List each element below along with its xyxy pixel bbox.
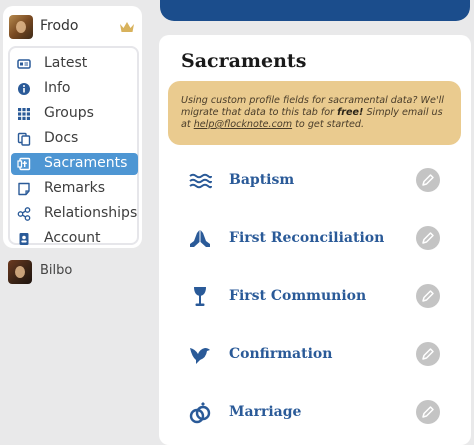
other-user-name[interactable]: Bilbo (40, 263, 72, 278)
user-card: Frodo Latest Info Groups Docs Sacraments… (3, 6, 142, 248)
sacrament-label-marriage[interactable]: Marriage (229, 404, 301, 420)
chalice-icon (194, 287, 206, 306)
water-waves-icon (189, 173, 212, 189)
menu-item-info[interactable]: Info (11, 78, 138, 100)
menu-item-remarks[interactable]: Remarks (11, 178, 138, 200)
sidebar: Frodo Latest Info Groups Docs Sacraments… (0, 0, 148, 435)
menu-item-docs[interactable]: Docs (11, 128, 138, 150)
edit-first-reconciliation-button[interactable] (416, 226, 440, 250)
edit-first-communion-button[interactable] (416, 284, 440, 308)
note-icon (18, 182, 30, 196)
sacrament-row-marriage[interactable]: Marriage (179, 393, 459, 433)
current-user-header[interactable]: Frodo (3, 6, 142, 44)
menu-label-info: Info (44, 80, 71, 96)
menu-item-relationships[interactable]: Relationships (11, 203, 138, 225)
info-icon (18, 83, 30, 95)
id-card-icon (17, 59, 31, 69)
crown-icon (120, 22, 134, 32)
account-badge-icon (19, 233, 29, 245)
sacraments-icon (17, 157, 31, 171)
notice-bold-free: free! (337, 107, 364, 118)
bilbo-avatar[interactable] (8, 260, 32, 284)
pencil-icon (422, 174, 434, 186)
pencil-icon (422, 290, 434, 302)
sacrament-row-confirmation[interactable]: Confirmation (179, 335, 459, 375)
groups-grid-icon (18, 108, 30, 120)
menu-item-groups[interactable]: Groups (11, 103, 138, 125)
migration-notice: Using custom profile fields for sacramen… (168, 81, 461, 145)
edit-marriage-button[interactable] (416, 400, 440, 424)
menu-label-relationships: Relationships (44, 205, 138, 221)
sacraments-panel: Sacraments Using custom profile fields f… (159, 35, 471, 445)
dove-icon (190, 348, 210, 364)
share-nodes-icon (17, 207, 31, 221)
menu-label-account: Account (44, 230, 101, 246)
support-email-link[interactable]: help@flocknote.com (194, 119, 292, 130)
sacrament-row-first-communion[interactable]: First Communion (179, 277, 459, 317)
page-title: Sacraments (181, 50, 307, 72)
pencil-icon (422, 348, 434, 360)
menu-label-latest: Latest (44, 55, 88, 71)
sacrament-label-first-communion[interactable]: First Communion (229, 288, 366, 304)
sacrament-label-confirmation[interactable]: Confirmation (229, 346, 332, 362)
edit-confirmation-button[interactable] (416, 342, 440, 366)
sacrament-label-baptism[interactable]: Baptism (229, 172, 294, 188)
docs-copy-icon (17, 132, 31, 146)
menu-item-account[interactable]: Account (11, 228, 138, 250)
profile-menu: Latest Info Groups Docs Sacraments Remar… (8, 46, 139, 246)
menu-label-remarks: Remarks (44, 180, 106, 196)
current-user-name[interactable]: Frodo (40, 18, 79, 34)
praying-hands-icon (190, 230, 210, 247)
menu-item-latest[interactable]: Latest (11, 53, 138, 75)
sacrament-row-baptism[interactable]: Baptism (179, 161, 459, 201)
menu-label-groups: Groups (44, 105, 94, 121)
pencil-icon (422, 406, 434, 418)
edit-baptism-button[interactable] (416, 168, 440, 192)
rings-icon (189, 402, 211, 424)
other-user-bilbo[interactable]: Bilbo (0, 258, 148, 286)
notice-text: Using custom profile fields for sacramen… (181, 95, 453, 131)
frodo-avatar[interactable] (9, 15, 33, 39)
sacrament-label-first-reconciliation[interactable]: First Reconciliation (229, 230, 384, 246)
sacrament-row-first-reconciliation[interactable]: First Reconciliation (179, 219, 459, 259)
menu-item-sacraments[interactable]: Sacraments (11, 153, 138, 175)
menu-label-docs: Docs (44, 130, 79, 146)
menu-label-sacraments: Sacraments (44, 155, 128, 171)
notice-text-after: to get started. (292, 119, 365, 130)
pencil-icon (422, 232, 434, 244)
top-banner (160, 0, 470, 21)
